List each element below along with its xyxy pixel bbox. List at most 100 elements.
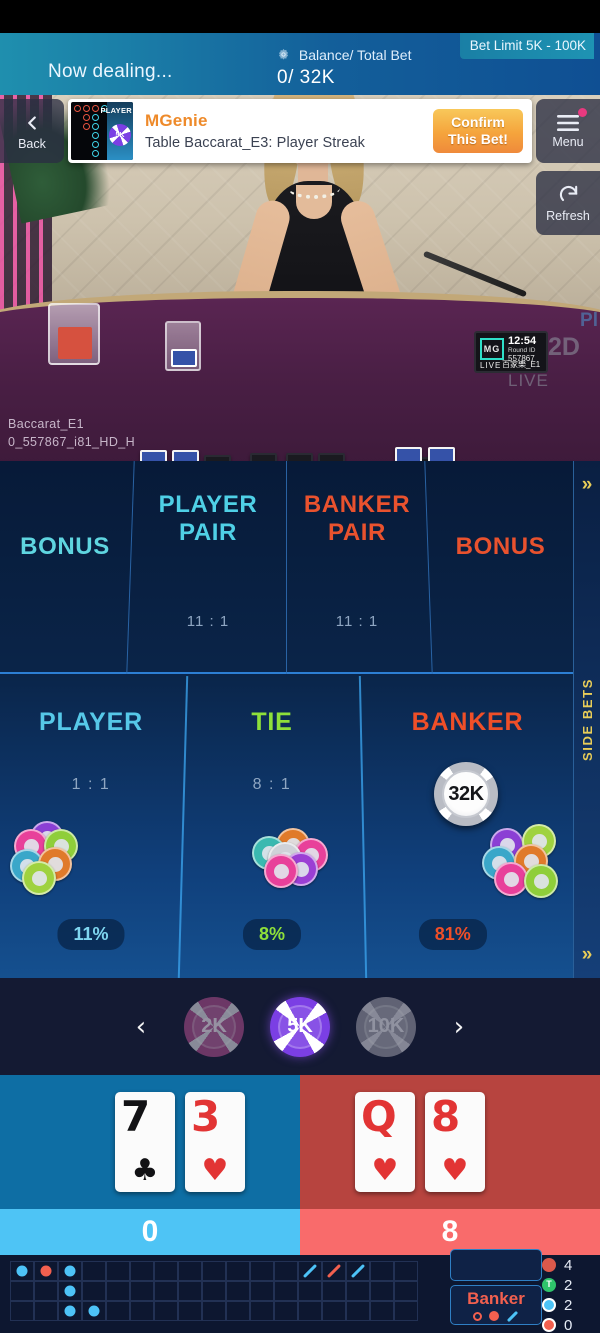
- banker-pair-label-line1: BANKER: [303, 491, 411, 518]
- chip-prev-button[interactable]: ‹: [124, 1012, 158, 1042]
- banker-card-2-suit: ♥: [441, 1153, 469, 1188]
- mgenie-promo-banner[interactable]: PLAYER 5K MGenie Table Baccarat_E3: Play…: [68, 99, 532, 163]
- bet-area-banker-pair[interactable]: BANKER PAIR 11 : 1: [286, 461, 428, 674]
- road-cell: [322, 1261, 346, 1281]
- bet-area-player[interactable]: PLAYER 1 : 1 11%: [0, 676, 182, 978]
- road-cell: [370, 1261, 394, 1281]
- banker-slash-icon: [326, 1263, 342, 1279]
- road-cell: [58, 1281, 82, 1301]
- road-cell: [34, 1301, 58, 1321]
- banker-count: 4: [564, 1256, 573, 1274]
- banker-pair-label-line2: PAIR: [328, 519, 386, 546]
- table-card-slot-3: [286, 453, 313, 461]
- banker-label: BANKER: [411, 708, 524, 736]
- menu-notification-dot: [578, 108, 587, 117]
- monitor-live-label: LIVE: [480, 361, 502, 370]
- stat-row-banker-pair: 0: [542, 1317, 596, 1333]
- hamburger-icon: [557, 114, 579, 131]
- player-percent-badge: 11%: [57, 919, 125, 950]
- bet-area-bonus-banker[interactable]: BONUS: [428, 461, 573, 674]
- tie-count: 2: [564, 1276, 573, 1294]
- road-cell: [394, 1281, 418, 1301]
- mg-logo: MG: [480, 338, 504, 360]
- big-road-grid[interactable]: [10, 1261, 418, 1323]
- side-bets-rail[interactable]: » SIDE BETS »: [573, 461, 600, 978]
- chip-5k-label: 5K: [287, 1015, 313, 1037]
- road-cell: [274, 1301, 298, 1321]
- cta-line-2: This Bet!: [448, 131, 508, 147]
- road-cell: [274, 1281, 298, 1301]
- banker-chip-stack: [482, 824, 558, 902]
- prediction-box-top[interactable]: [450, 1249, 542, 1281]
- banker-card-1-rank: Q: [361, 1092, 397, 1141]
- player-card-2: 3 ♥: [185, 1092, 245, 1192]
- road-cell: [298, 1261, 322, 1281]
- player-mark-icon: [16, 1265, 28, 1277]
- bet-area-tie[interactable]: TIE 8 : 1 8%: [182, 676, 362, 978]
- player-mark-icon: [64, 1285, 76, 1297]
- player-odds: 1 : 1: [71, 776, 111, 793]
- road-cell: [82, 1301, 106, 1321]
- road-cell: [154, 1281, 178, 1301]
- chip-next-button[interactable]: ›: [442, 1012, 476, 1042]
- menu-button[interactable]: Menu: [536, 99, 600, 163]
- road-cell: [250, 1281, 274, 1301]
- road-cell: [226, 1301, 250, 1321]
- stat-row-player-pair: 2: [542, 1297, 596, 1314]
- road-cell: [58, 1301, 82, 1321]
- road-cell: [10, 1281, 34, 1301]
- back-button[interactable]: Back: [0, 99, 64, 163]
- road-cell: [250, 1261, 274, 1281]
- game-status-text: Now dealing...: [48, 61, 173, 82]
- road-cell: [226, 1281, 250, 1301]
- chip-2k[interactable]: 2K: [184, 996, 244, 1057]
- road-cell: [202, 1261, 226, 1281]
- road-cell: [346, 1261, 370, 1281]
- roadmap-panel[interactable]: Banker 4 2 2 0: [0, 1249, 600, 1333]
- banker-bet-chip[interactable]: 32K: [434, 762, 498, 826]
- balance-display: Balance/ Total Bet 0/ 32K: [277, 47, 412, 89]
- stat-row-banker: 4: [542, 1257, 596, 1274]
- player-pair-label-line2: PAIR: [179, 519, 237, 546]
- side-bets-row: BONUS PLAYER PAIR 11 : 1 BANKER PAIR 11 …: [0, 461, 573, 674]
- refresh-label: Refresh: [546, 209, 590, 223]
- table-card-slot-4: [318, 453, 345, 461]
- betting-board: BONUS PLAYER PAIR 11 : 1 BANKER PAIR 11 …: [0, 461, 600, 978]
- bet-area-bonus-player[interactable]: BONUS: [0, 461, 130, 674]
- road-cell: [130, 1301, 154, 1321]
- banner-thumbnail: PLAYER 5K: [71, 102, 133, 160]
- stream-table-name: Baccarat_E1: [8, 417, 84, 431]
- rail-chevron-bottom-icon[interactable]: »: [582, 945, 593, 964]
- chevron-left-icon: [28, 115, 36, 130]
- banner-title: MGenie: [145, 111, 208, 130]
- road-cell: [178, 1281, 202, 1301]
- live-watermark: 2D LIVE: [506, 331, 582, 391]
- banker-prediction-box[interactable]: Banker: [450, 1285, 542, 1325]
- banker-percent-badge: 81%: [418, 919, 487, 950]
- road-cell: [106, 1261, 130, 1281]
- rail-ghost-text: Pl: [580, 310, 598, 331]
- card-dispenser: [165, 321, 201, 371]
- road-cell: [322, 1301, 346, 1321]
- confirm-this-bet-button[interactable]: Confirm This Bet!: [433, 109, 523, 153]
- rail-chevron-top-icon[interactable]: »: [582, 475, 593, 494]
- chip-10k[interactable]: 10K: [356, 996, 416, 1057]
- player-card-1-rank: 7: [121, 1092, 151, 1141]
- bet-area-player-pair[interactable]: PLAYER PAIR 11 : 1: [130, 461, 286, 674]
- result-cards-panel: 7 ♣ 3 ♥ 0 Q ♥ 8 ♥ 8: [0, 1075, 600, 1255]
- side-bets-rail-label: SIDE BETS: [579, 677, 595, 762]
- balance-label: Balance/ Total Bet: [298, 47, 412, 63]
- road-cell: [202, 1281, 226, 1301]
- refresh-button[interactable]: Refresh: [536, 171, 600, 235]
- bet-area-banker[interactable]: BANKER 32K 81%: [362, 676, 573, 978]
- road-cell: [394, 1301, 418, 1321]
- watermark-live-text: LIVE: [508, 371, 549, 390]
- balance-label-row: Balance/ Total Bet: [277, 47, 412, 63]
- road-cell: [322, 1281, 346, 1301]
- banker-card-1-suit: ♥: [371, 1153, 399, 1188]
- cta-line-1: Confirm: [451, 114, 505, 130]
- chip-5k-selected[interactable]: 5K: [270, 996, 330, 1057]
- menu-label: Menu: [552, 134, 584, 149]
- table-card-1: [140, 450, 167, 461]
- road-statistics: 4 2 2 0: [542, 1255, 596, 1333]
